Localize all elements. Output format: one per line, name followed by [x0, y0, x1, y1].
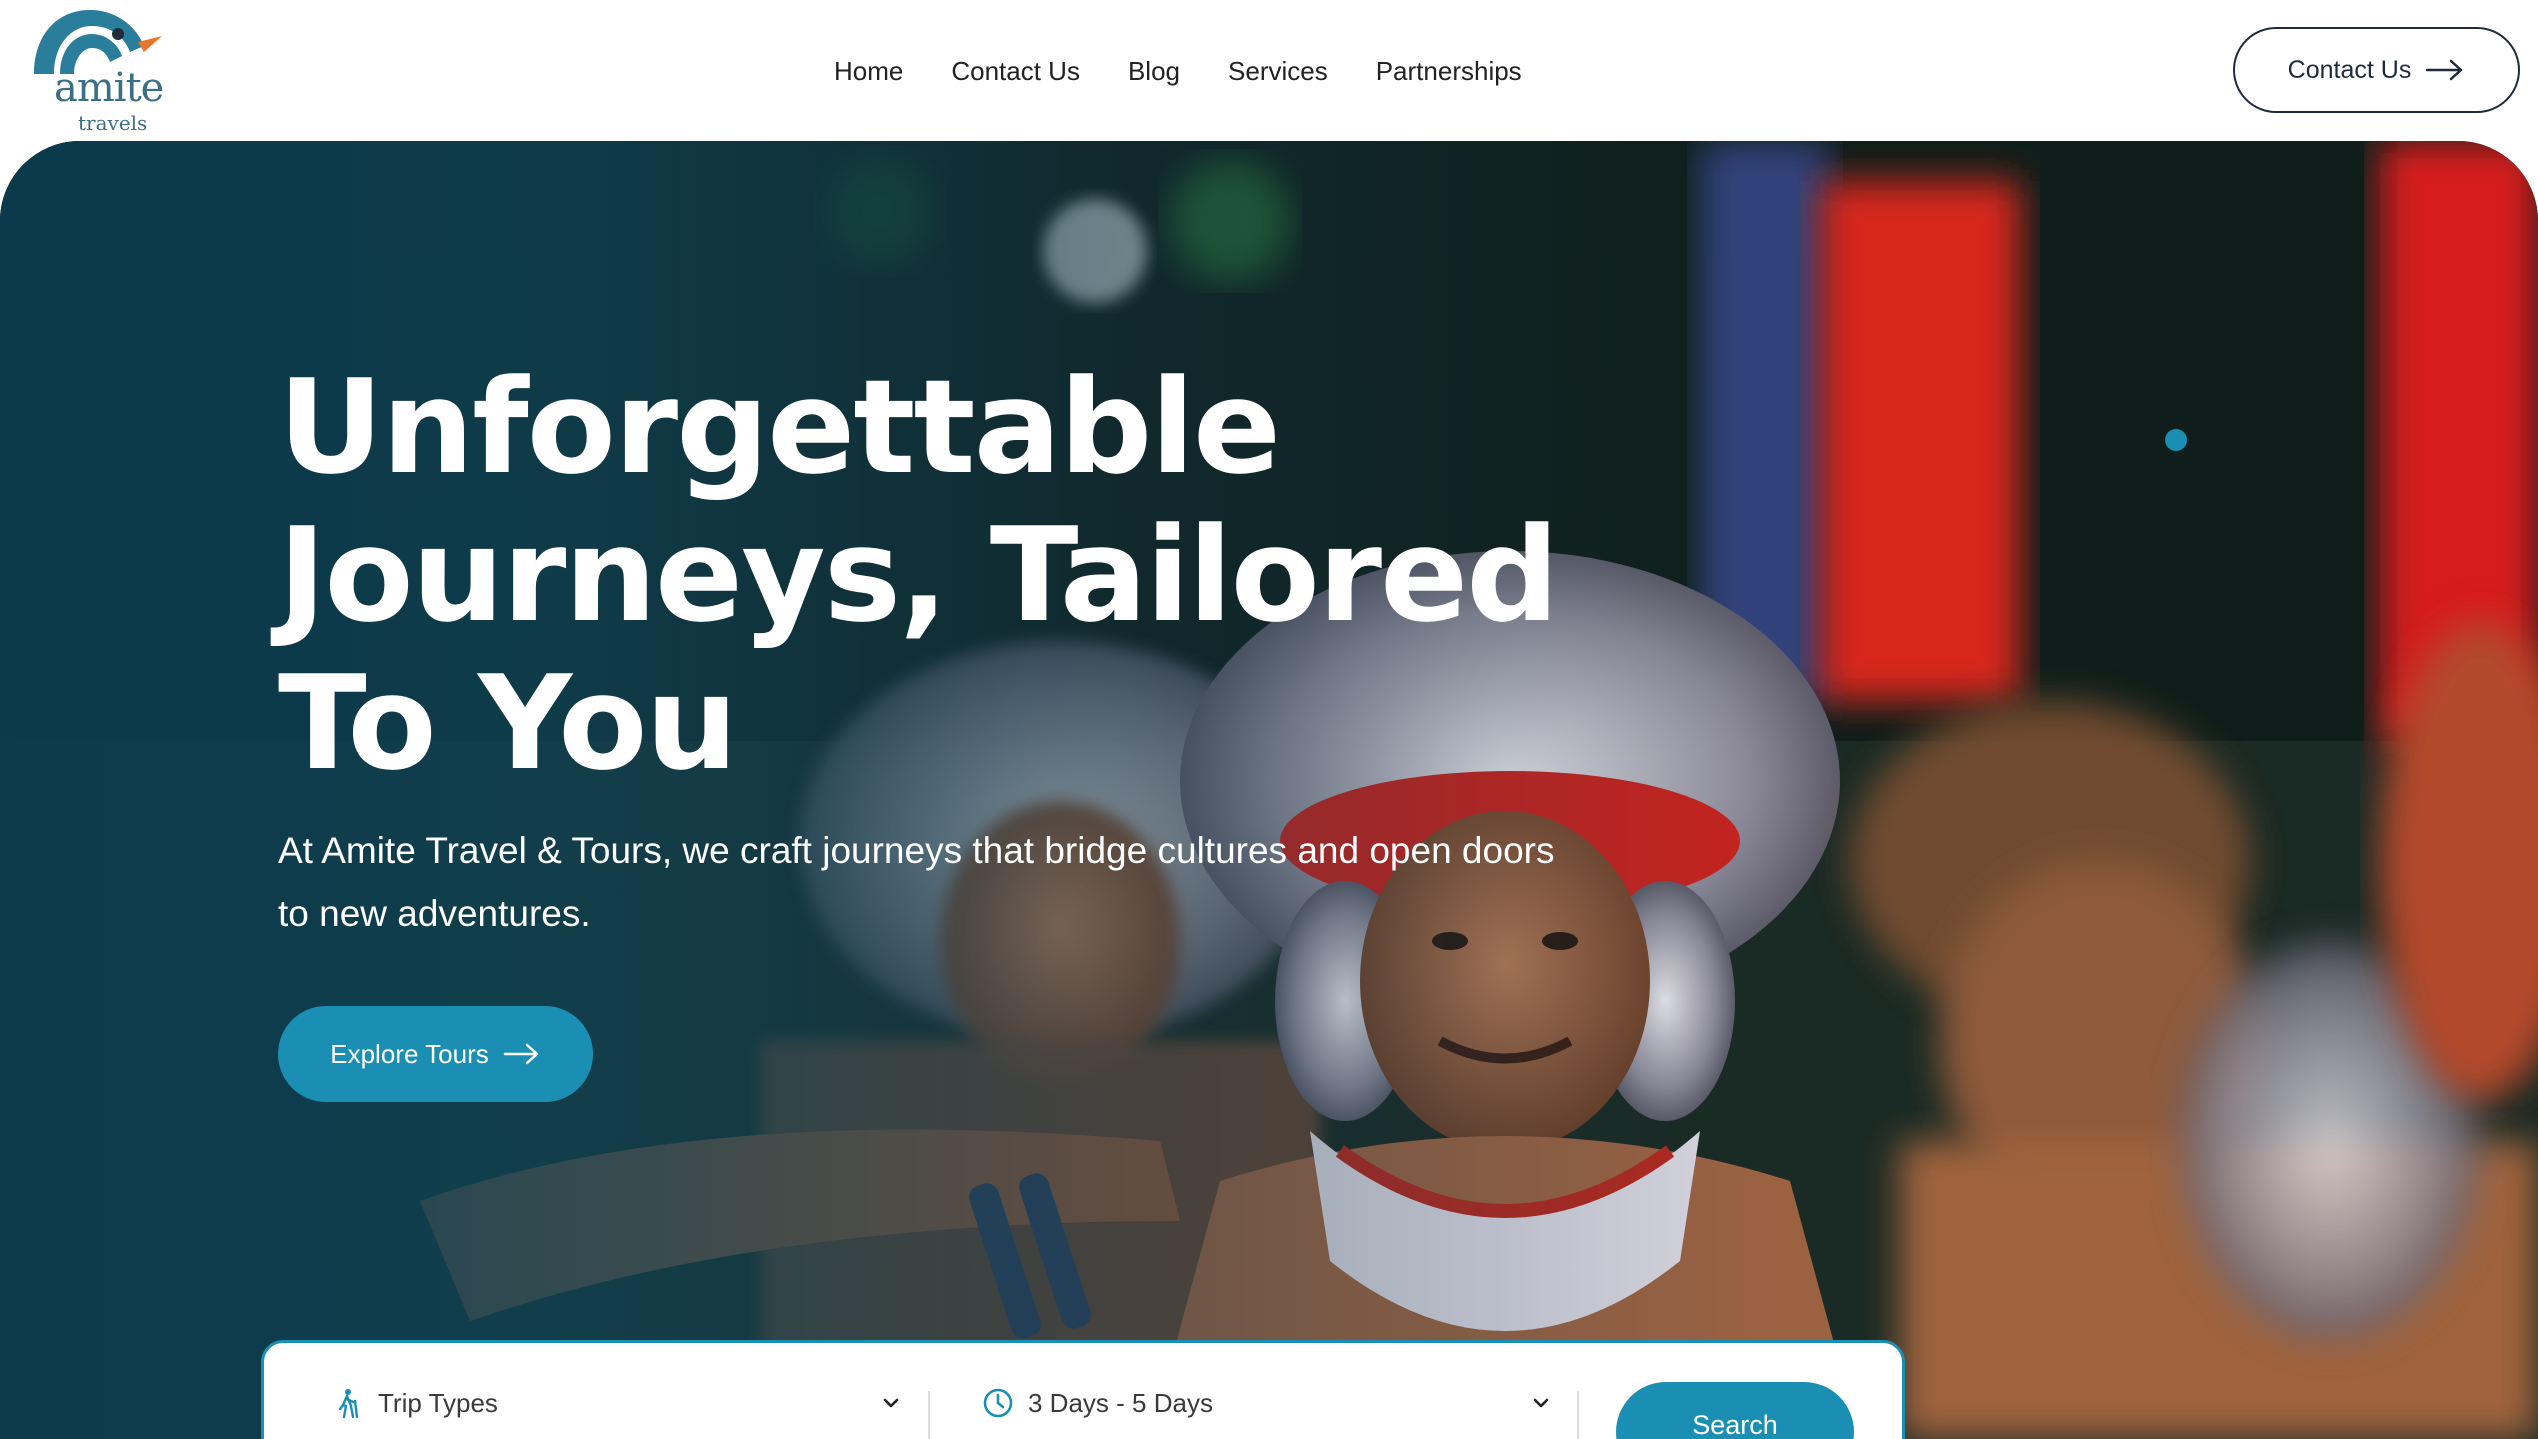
search-button[interactable]: Search	[1616, 1382, 1854, 1439]
nav-item-home[interactable]: Home	[834, 52, 903, 90]
field-divider	[928, 1391, 930, 1439]
arrow-right-icon	[2426, 59, 2463, 81]
field-divider	[1577, 1391, 1579, 1439]
clock-icon	[983, 1388, 1013, 1418]
trip-type-select[interactable]: Trip Types	[332, 1373, 902, 1433]
contact-us-button[interactable]: Contact Us	[2233, 27, 2520, 113]
nav-item-contact-us[interactable]: Contact Us	[951, 52, 1080, 90]
duration-value: 3 Days - 5 Days	[1028, 1387, 1213, 1418]
hiker-icon	[338, 1389, 359, 1419]
logo-subtitle: travels	[78, 111, 148, 135]
hero-section: Unforgettable Journeys, Tailored To You …	[0, 141, 2538, 1439]
site-header: amite travels Home Contact Us Blog Servi…	[0, 0, 2538, 141]
explore-tours-button[interactable]: Explore Tours	[278, 1006, 593, 1102]
arrow-right-icon	[503, 1043, 538, 1065]
amite-travels-logo[interactable]: amite travels	[26, 6, 166, 135]
hero-headline: Unforgettable Journeys, Tailored To You	[278, 351, 1559, 799]
nav-item-blog[interactable]: Blog	[1128, 52, 1180, 90]
main-nav: Home Contact Us Blog Services Partnershi…	[834, 52, 1522, 90]
chevron-down-icon	[883, 1398, 899, 1408]
duration-select[interactable]: 3 Days - 5 Days	[982, 1373, 1552, 1433]
hero-subtext: At Amite Travel & Tours, we craft journe…	[278, 830, 1555, 934]
logo-wordmark: amite	[54, 65, 164, 111]
explore-tours-button-label: Explore Tours	[330, 1038, 489, 1069]
trip-type-value: Trip Types	[378, 1387, 498, 1418]
contact-us-button-label: Contact Us	[2287, 55, 2412, 84]
nav-item-services[interactable]: Services	[1228, 52, 1328, 90]
chevron-down-icon	[1533, 1398, 1549, 1408]
tour-search-panel: Trip Types 3 Days - 5 Days Search	[261, 1340, 1905, 1439]
search-button-label: Search	[1692, 1410, 1778, 1439]
carousel-indicator-dot[interactable]	[2165, 429, 2187, 451]
nav-item-partnerships[interactable]: Partnerships	[1376, 52, 1522, 90]
